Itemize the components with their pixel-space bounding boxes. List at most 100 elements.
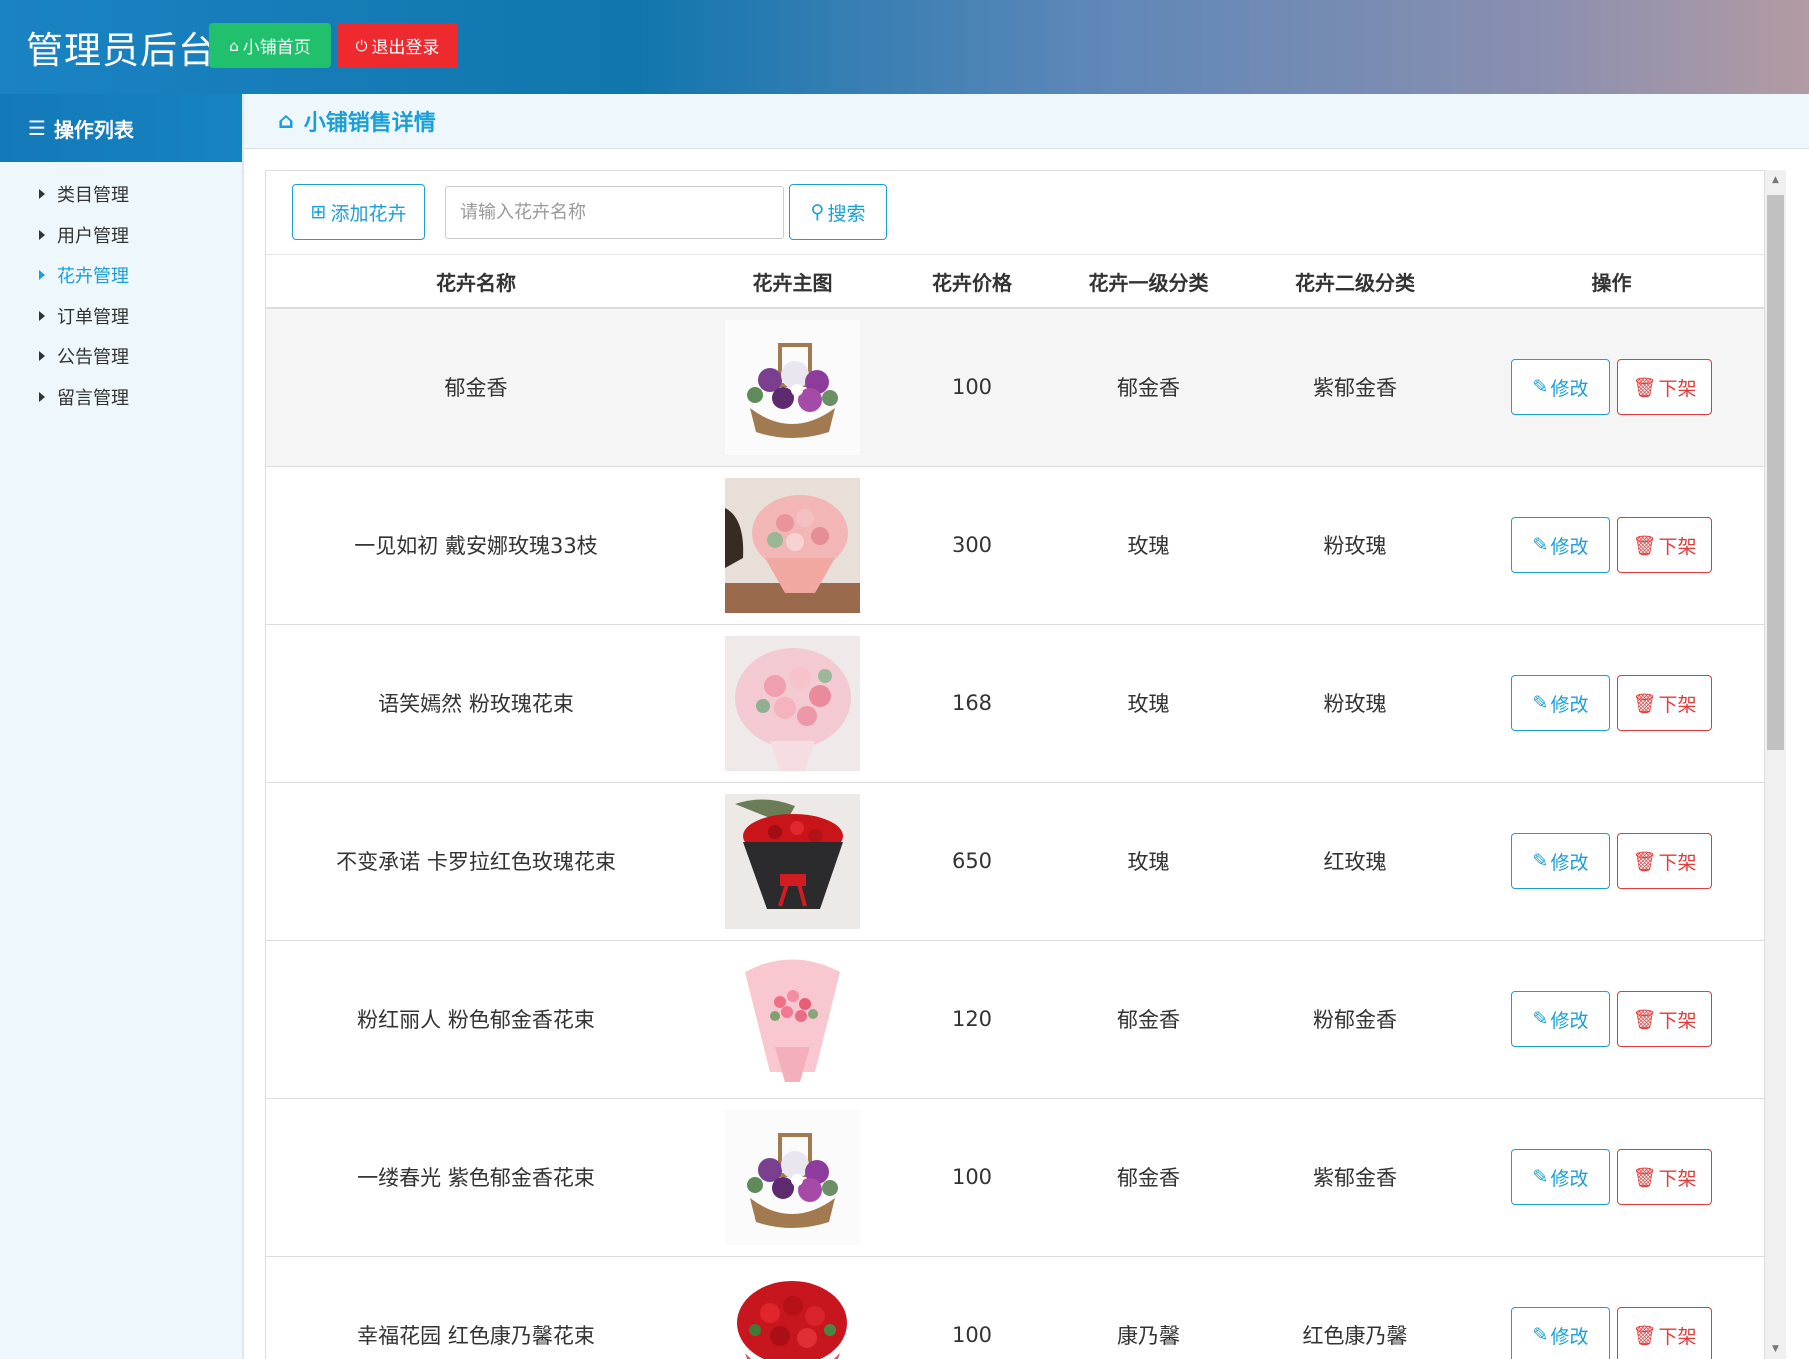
scroll-up-arrow-icon[interactable]: ▲ — [1765, 170, 1786, 190]
cell-actions: ✎ 修改 🗑︎ 下架 — [1458, 308, 1764, 467]
flower-thumbnail — [725, 319, 860, 455]
row-actions: ✎ 修改 🗑︎ 下架 — [1458, 675, 1764, 731]
delist-button[interactable]: 🗑︎ 下架 — [1617, 1149, 1712, 1205]
cell-price: 120 — [899, 940, 1045, 1099]
caret-right-icon — [39, 270, 45, 281]
cell-image — [686, 1256, 899, 1359]
sidebar-item-4[interactable]: 公告管理 — [0, 336, 242, 377]
logout-button-label: 退出登录 — [371, 38, 440, 58]
flower-table: 花卉名称 花卉主图 花卉价格 花卉一级分类 花卉二级分类 操作 郁金香 100 郁金… — [266, 255, 1764, 1359]
scrollbar-thumb[interactable] — [1767, 195, 1784, 750]
cell-image — [686, 308, 899, 467]
cell-name: 语笑嫣然 粉玫瑰花束 — [266, 624, 686, 783]
edit-button[interactable]: ✎ 修改 — [1511, 991, 1610, 1047]
delist-button-label: 下架 — [1658, 535, 1697, 558]
column-header-image: 花卉主图 — [686, 255, 899, 309]
scroll-down-arrow-icon[interactable]: ▼ — [1765, 1339, 1786, 1359]
row-actions: ✎ 修改 🗑︎ 下架 — [1458, 359, 1764, 416]
column-header-category2: 花卉二级分类 — [1252, 255, 1458, 309]
sidebar-item-2[interactable]: 花卉管理 — [0, 255, 242, 296]
search-button[interactable]: ⚲ 搜索 — [789, 184, 887, 240]
flower-thumbnail — [725, 1109, 860, 1245]
search-input[interactable] — [445, 186, 784, 239]
edit-icon: ✎ — [1532, 534, 1549, 556]
delist-button[interactable]: 🗑︎ 下架 — [1617, 833, 1712, 889]
page-title: 小铺销售详情 — [303, 111, 436, 136]
add-flower-label: 添加花卉 — [330, 202, 407, 225]
cell-category1: 郁金香 — [1045, 308, 1252, 467]
cell-image — [686, 1098, 899, 1257]
cell-actions: ✎ 修改 🗑︎ 下架 — [1458, 624, 1764, 783]
vertical-scrollbar[interactable]: ▲ ▼ — [1765, 170, 1786, 1359]
cell-price: 300 — [899, 466, 1045, 625]
caret-right-icon — [39, 229, 45, 240]
cell-category1: 郁金香 — [1045, 940, 1252, 1099]
caret-right-icon — [39, 391, 45, 402]
cell-category1: 玫瑰 — [1045, 782, 1252, 941]
trash-icon: 🗑︎ — [1632, 376, 1657, 399]
home-icon: ⌂ — [229, 36, 239, 55]
delist-button-label: 下架 — [1658, 851, 1697, 874]
edit-button[interactable]: ✎ 修改 — [1511, 833, 1610, 889]
home-button-label: 小铺首页 — [242, 38, 311, 58]
trash-icon: 🗑︎ — [1632, 534, 1657, 557]
delist-button[interactable]: 🗑︎ 下架 — [1617, 991, 1712, 1047]
edit-button[interactable]: ✎ 修改 — [1511, 1307, 1610, 1359]
sidebar-title: 操作列表 — [53, 117, 134, 142]
toolbar: ⊞ 添加花卉 ⚲ 搜索 — [266, 171, 1764, 255]
edit-icon: ✎ — [1532, 376, 1549, 399]
row-actions: ✎ 修改 🗑︎ 下架 — [1458, 517, 1764, 573]
cell-category1: 玫瑰 — [1045, 466, 1252, 625]
trash-icon: 🗑︎ — [1632, 692, 1657, 715]
sidebar-item-0[interactable]: 类目管理 — [0, 174, 242, 215]
edit-button[interactable]: ✎ 修改 — [1511, 359, 1610, 416]
cell-category2: 粉玫瑰 — [1252, 466, 1458, 625]
search-button-label: 搜索 — [827, 202, 866, 225]
home-button[interactable]: ⌂ 小铺首页 — [209, 23, 331, 68]
cell-category2: 粉郁金香 — [1252, 940, 1458, 1099]
page-title-bar: ⌂ 小铺销售详情 — [244, 94, 1809, 149]
sidebar: ☰ 操作列表 类目管理 用户管理 花卉管理 订单管理 公告管理 留言管理 — [0, 94, 244, 1359]
cell-name: 不变承诺 卡罗拉红色玫瑰花束 — [266, 782, 686, 941]
row-actions: ✎ 修改 🗑︎ 下架 — [1458, 833, 1764, 889]
delist-button[interactable]: 🗑︎ 下架 — [1617, 1307, 1712, 1359]
cell-category2: 紫郁金香 — [1252, 1098, 1458, 1257]
search-icon: ⚲ — [810, 201, 825, 223]
cell-category2: 紫郁金香 — [1252, 308, 1458, 467]
cell-actions: ✎ 修改 🗑︎ 下架 — [1458, 1256, 1764, 1359]
logout-button[interactable]: ⏻ 退出登录 — [337, 23, 458, 68]
sidebar-item-1[interactable]: 用户管理 — [0, 215, 242, 256]
row-actions: ✎ 修改 🗑︎ 下架 — [1458, 991, 1764, 1047]
cell-category1: 玫瑰 — [1045, 624, 1252, 783]
caret-right-icon — [39, 351, 45, 362]
delist-button[interactable]: 🗑︎ 下架 — [1617, 517, 1712, 573]
sidebar-item-5[interactable]: 留言管理 — [0, 377, 242, 418]
table-row: 一缕春光 紫色郁金香花束 100 郁金香 紫郁金香 ✎ 修改 🗑︎ 下架 — [266, 1098, 1764, 1257]
edit-button-label: 修改 — [1550, 377, 1589, 400]
cell-image — [686, 466, 899, 625]
table-row: 郁金香 100 郁金香 紫郁金香 ✎ 修改 🗑︎ 下架 — [266, 308, 1764, 467]
edit-button[interactable]: ✎ 修改 — [1511, 517, 1610, 573]
trash-icon: 🗑︎ — [1632, 1166, 1657, 1189]
cell-category1: 郁金香 — [1045, 1098, 1252, 1257]
plus-square-icon: ⊞ — [310, 201, 327, 223]
flower-thumbnail — [725, 477, 860, 613]
row-actions: ✎ 修改 🗑︎ 下架 — [1458, 1307, 1764, 1359]
edit-button-label: 修改 — [1550, 535, 1589, 558]
delist-button[interactable]: 🗑︎ 下架 — [1617, 675, 1712, 731]
cell-actions: ✎ 修改 🗑︎ 下架 — [1458, 466, 1764, 625]
edit-button[interactable]: ✎ 修改 — [1511, 675, 1610, 731]
cell-price: 650 — [899, 782, 1045, 941]
delist-button-label: 下架 — [1658, 1167, 1697, 1190]
cell-actions: ✎ 修改 🗑︎ 下架 — [1458, 782, 1764, 941]
sidebar-item-3[interactable]: 订单管理 — [0, 296, 242, 337]
cell-category1: 康乃馨 — [1045, 1256, 1252, 1359]
add-flower-button[interactable]: ⊞ 添加花卉 — [292, 184, 425, 240]
edit-button[interactable]: ✎ 修改 — [1511, 1149, 1610, 1205]
power-icon: ⏻ — [355, 36, 368, 55]
delist-button-label: 下架 — [1658, 1325, 1697, 1348]
edit-button-label: 修改 — [1550, 693, 1589, 716]
delist-button[interactable]: 🗑︎ 下架 — [1617, 359, 1712, 416]
table-row: 语笑嫣然 粉玫瑰花束 168 玫瑰 粉玫瑰 ✎ 修改 🗑︎ 下架 — [266, 624, 1764, 783]
cell-category2: 粉玫瑰 — [1252, 624, 1458, 783]
